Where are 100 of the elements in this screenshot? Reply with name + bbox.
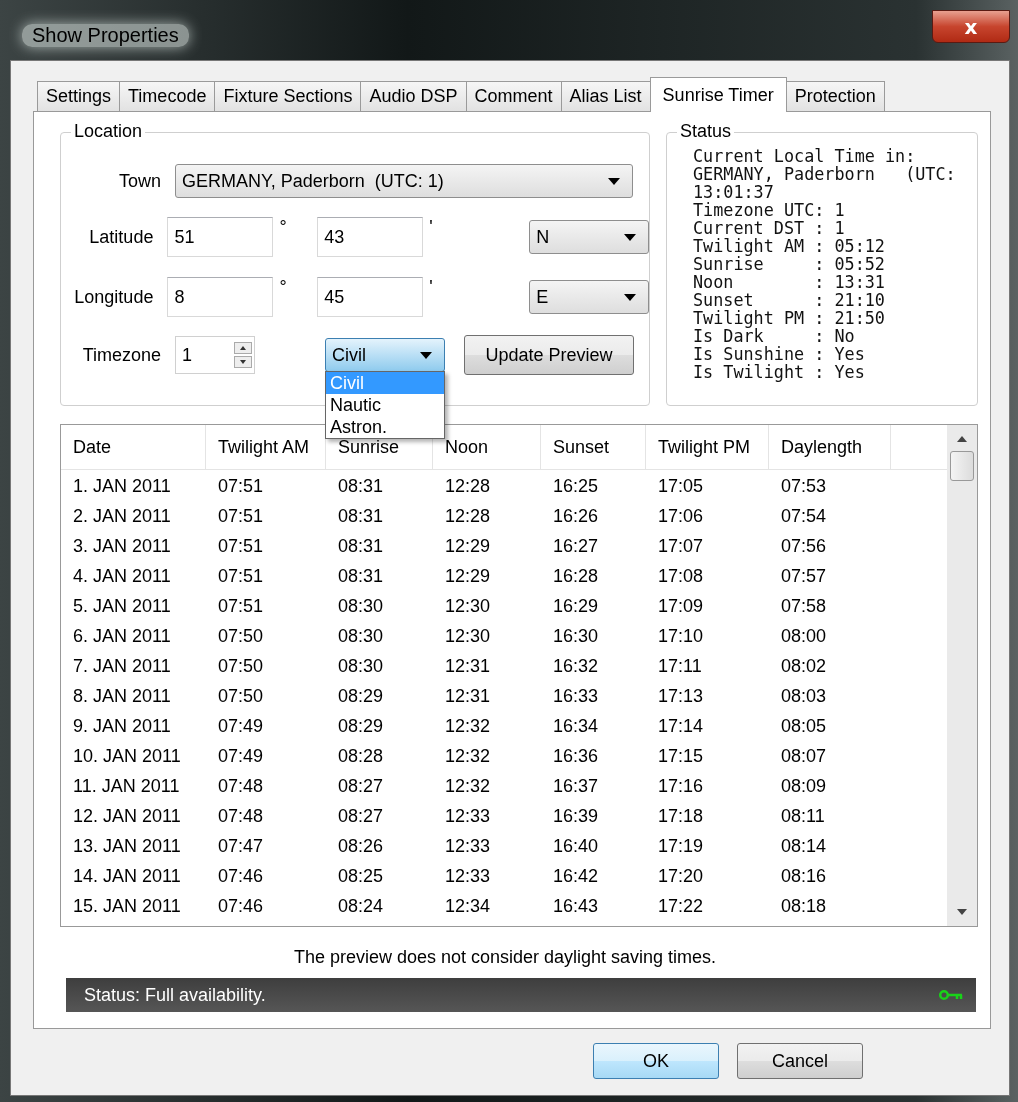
status-line: Twilight AM : 05:12 <box>693 237 885 255</box>
table-cell-text: 16:25 <box>552 475 600 498</box>
table-cell-text: 11. JAN 2011 <box>72 775 181 798</box>
table-cell-text: 08:16 <box>780 865 828 888</box>
unit-mark: ° <box>278 217 288 238</box>
table-cell-text: 16:43 <box>552 895 600 918</box>
table-cell-text: 16:32 <box>552 655 600 678</box>
table-cell-text: 17:13 <box>657 685 705 708</box>
unit-mark: ' <box>428 217 434 238</box>
table-cell-text: 07:57 <box>780 565 828 588</box>
table-cell-text: 08:07 <box>780 745 828 768</box>
table-cell-text: 16:34 <box>552 715 600 738</box>
table-cell-text: 12:29 <box>444 535 492 558</box>
table-cell-text: 16:30 <box>552 625 600 648</box>
table-cell-text: 17:15 <box>657 745 705 768</box>
table-cell-text: 08:30 <box>337 595 385 618</box>
unit-mark: ° <box>278 277 288 298</box>
table-cell-text: 12:34 <box>444 895 492 918</box>
table-cell-text: 16:36 <box>552 745 600 768</box>
table-cell-text: 12:33 <box>444 805 492 828</box>
table-cell-text: 13. JAN 2011 <box>72 835 182 858</box>
table-cell-text: 08:02 <box>780 655 828 678</box>
table-cell-text: 17:06 <box>657 505 705 528</box>
table-cell-text: 08:11 <box>780 805 826 828</box>
table-cell-text: 07:51 <box>217 595 265 618</box>
table-cell-text: 07:48 <box>217 805 265 828</box>
table-cell-text: 17:08 <box>657 565 705 588</box>
table-cell-text: 16:29 <box>552 595 600 618</box>
table-cell-text: 08:30 <box>337 625 385 648</box>
table-cell-text: 12:33 <box>444 835 492 858</box>
table-cell-text: 17:14 <box>657 715 705 738</box>
table-cell-text: 10. JAN 2011 <box>72 745 182 768</box>
table-cell-text: 3. JAN 2011 <box>72 535 172 558</box>
table-cell-text: 12:28 <box>444 475 492 498</box>
table-cell-text: 17:18 <box>657 805 705 828</box>
table-cell-text: 16:42 <box>552 865 600 888</box>
table-cell-text: 17:20 <box>657 865 705 888</box>
table-cell-text: 07:48 <box>217 775 265 798</box>
unit-mark: ' <box>428 277 434 298</box>
note-text: The preview does not consider daylight saving times. <box>293 947 717 968</box>
status-line: Current DST : 1 <box>693 219 845 237</box>
status-line: GERMANY, Paderborn (UTC: <box>693 165 956 183</box>
field-label: Town <box>117 170 161 192</box>
table-cell-text: 4. JAN 2011 <box>72 565 172 588</box>
table-cell-text: 08:18 <box>780 895 828 918</box>
table-cell-text: 1. JAN 2011 <box>72 475 172 498</box>
table-cell-text: 16:28 <box>552 565 600 588</box>
table-cell-text: 16:40 <box>552 835 600 858</box>
status-line: Timezone UTC: 1 <box>693 201 845 219</box>
table-cell-text: 12:30 <box>444 595 492 618</box>
table-cell-text: 07:46 <box>217 865 265 888</box>
table-cell-text: 12:28 <box>444 505 492 528</box>
table-cell-text: 12:33 <box>444 865 492 888</box>
table-cell-text: 08:05 <box>780 715 828 738</box>
table-cell-text: 7. JAN 2011 <box>72 655 172 678</box>
table-cell-text: 07:56 <box>780 535 828 558</box>
table-cell-text: 07:50 <box>217 625 265 648</box>
table-cell-text: 08:25 <box>337 865 385 888</box>
table-cell-text: 08:09 <box>780 775 828 798</box>
table-cell-text: 9. JAN 2011 <box>72 715 172 738</box>
field-label: Longitude <box>73 286 154 308</box>
table-cell-text: 07:47 <box>217 835 265 858</box>
status-line: Is Dark : No <box>693 327 855 345</box>
table-cell-text: 17:10 <box>657 625 705 648</box>
table-cell-text: 17:05 <box>657 475 705 498</box>
table-cell-text: 17:09 <box>657 595 705 618</box>
table-cell-text: 16:37 <box>552 775 600 798</box>
table-cell-text: 17:11 <box>657 655 703 678</box>
status-line: Noon : 13:31 <box>693 273 885 291</box>
table-cell-text: 07:49 <box>217 715 265 738</box>
table-cell-text: 08:31 <box>337 535 385 558</box>
table-cell-text: 12:32 <box>444 745 492 768</box>
table-cell-text: 08:31 <box>337 475 385 498</box>
status-text: Status: Full availability. <box>84 984 266 1006</box>
table-cell-text: 08:00 <box>780 625 828 648</box>
table-cell-text: 08:24 <box>337 895 385 918</box>
table-cell-text: 07:50 <box>217 655 265 678</box>
table-cell-text: 07:58 <box>780 595 828 618</box>
status-line: 13:01:37 <box>693 183 774 201</box>
table-cell-text: 2. JAN 2011 <box>72 505 172 528</box>
table-cell-text: 6. JAN 2011 <box>72 625 172 648</box>
table-cell-text: 07:46 <box>217 895 265 918</box>
table-cell-text: 12:30 <box>444 625 492 648</box>
table-cell-text: 16:39 <box>552 805 600 828</box>
status-line: Sunrise : 05:52 <box>693 255 885 273</box>
field-label: Timezone <box>81 344 161 366</box>
table-cell-text: 17:16 <box>657 775 705 798</box>
table-cell-text: 08:30 <box>337 655 385 678</box>
table-cell-text: 16:33 <box>552 685 600 708</box>
table-cell-text: 07:53 <box>780 475 828 498</box>
table-cell-text: 07:51 <box>217 535 265 558</box>
window-title: Show Properties <box>22 24 189 47</box>
table-cell-text: 17:19 <box>657 835 705 858</box>
table-cell-text: 08:29 <box>337 685 385 708</box>
status-line: Is Sunshine : Yes <box>693 345 865 363</box>
table-cell-text: 08:14 <box>780 835 828 858</box>
table-cell-text: 14. JAN 2011 <box>72 865 182 888</box>
table-cell-text: 16:27 <box>552 535 600 558</box>
table-cell-text: 08:31 <box>337 565 385 588</box>
table-cell-text: 12:31 <box>444 655 492 678</box>
